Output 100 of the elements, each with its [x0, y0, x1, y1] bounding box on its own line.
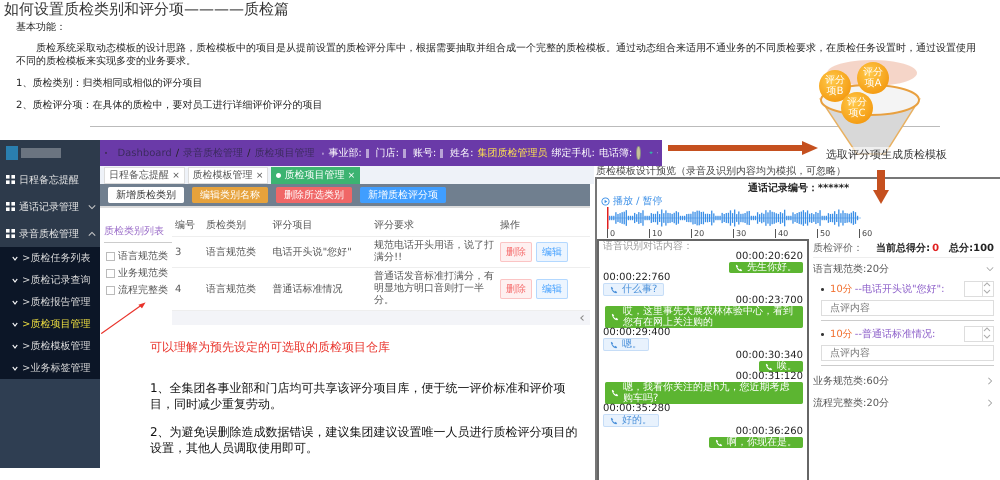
item-name: --普通话标准情况: [854, 328, 936, 341]
time-tick: 60 [859, 229, 901, 238]
category-list-title: 质检类别列表 [104, 224, 172, 243]
comment-field[interactable]: 点评内容 [821, 300, 994, 316]
submenu-item[interactable]: >质检任务列表 [0, 247, 100, 269]
checkbox[interactable] [106, 286, 115, 294]
avatar-icon[interactable] [636, 146, 641, 160]
score-label: 当前总得分: [876, 242, 930, 255]
submenu-item[interactable]: >质检模板管理 [0, 335, 100, 357]
message-time: 00:00:30:340 [736, 351, 803, 361]
chevron-icon [12, 300, 18, 304]
table-cell: 3 [172, 236, 203, 268]
chevron-icon [986, 399, 994, 407]
pointer-arrow [100, 300, 148, 336]
column-header: 质检类别 [202, 214, 270, 236]
comment-field[interactable]: 点评内容 [821, 345, 994, 361]
number-input[interactable] [964, 326, 994, 342]
sidebar-item[interactable]: 通话记录管理 [0, 193, 100, 220]
note-paragraph: 1、全集团各事业部和门店均可共享该评分项目库，便于统一评价标准和评价项目，同时减少重复劳动。 [150, 380, 567, 412]
chevron-icon [88, 230, 96, 236]
phone-icon [765, 362, 773, 370]
grid-icon [6, 175, 15, 184]
submenu-item[interactable]: >业务标签管理 [0, 357, 100, 379]
checkbox[interactable] [106, 252, 115, 260]
submenu-item[interactable]: >质检记录查询 [0, 269, 100, 291]
column-header: 操作 [497, 214, 590, 236]
grid-icon [6, 202, 15, 211]
message-text: 嗯，我看你关注的是h九，您近期考虑购车吗? [623, 382, 790, 404]
spinner-icon[interactable] [983, 327, 991, 339]
column-header: 评分项目 [270, 214, 372, 236]
category-label: 流程完整类 [118, 284, 168, 297]
item-points: 10分 [830, 328, 853, 341]
sidebar-item[interactable]: 录音质检管理 [0, 220, 100, 247]
message-time: 00:00:22:760 [603, 273, 670, 283]
down-arrow [873, 170, 889, 204]
chevron-icon [12, 278, 18, 282]
phone-icon [610, 416, 618, 424]
time-tick: 40 [775, 229, 817, 238]
section-heading: 基本功能： [16, 22, 67, 34]
user-info-label: 电话簿: [598, 146, 632, 160]
breadcrumb-separator: / [247, 148, 250, 158]
user-info-label: 门店: [376, 146, 399, 160]
column-header: 评分要求 [371, 214, 498, 236]
message-text: 先生你好。 [747, 262, 797, 273]
submenu-item[interactable]: >质检报告管理 [0, 291, 100, 313]
column-header: 编号 [172, 214, 203, 236]
grid-icon [6, 229, 15, 238]
chevron-icon [88, 204, 96, 210]
time-tick: 10 [649, 229, 691, 238]
table-cell: 语言规范类 [202, 236, 270, 268]
message-time: 00:00:35:280 [603, 404, 670, 414]
bullet-icon [821, 288, 824, 290]
group-header[interactable]: 语言规范类:20分 [813, 258, 994, 280]
total-score: 总分:100 [949, 242, 994, 255]
close-icon[interactable]: × [256, 171, 264, 181]
time-tick: 50 [817, 229, 859, 238]
message-text: 嗯。 [622, 339, 642, 350]
spinner-icon[interactable] [983, 282, 991, 294]
submenu-item[interactable]: >质检项目管理 [0, 313, 100, 335]
message-text: 啊，你现在是。 [727, 437, 797, 448]
checkbox[interactable] [106, 268, 115, 278]
time-tick: 20 [691, 229, 733, 238]
phone-icon [611, 313, 619, 321]
phone-icon [611, 389, 619, 397]
message-time: 00:00:31:120 [736, 372, 803, 382]
chevron-icon [12, 256, 18, 260]
item-name: --电话开头说"您好": [854, 282, 946, 296]
time-tick: 30 [733, 229, 775, 238]
group-header[interactable]: 业务规范类:60分 [813, 370, 994, 392]
user-info-label: 事业部: [328, 146, 362, 160]
phone-icon [610, 286, 618, 294]
message-text: 好的。 [622, 415, 652, 426]
score-value: 0 [932, 243, 940, 254]
number-input[interactable] [964, 281, 994, 297]
chevron-icon[interactable] [580, 315, 584, 321]
scrollbar[interactable] [172, 311, 590, 325]
message-time: 00:00:23:700 [736, 296, 803, 306]
tab[interactable]: 质检模板管理 × [188, 167, 268, 184]
close-icon[interactable]: × [172, 171, 180, 181]
sidebar-item[interactable]: 日程备忘提醒 [0, 166, 100, 193]
category-label: 语言规范类 [118, 250, 168, 263]
bullet-icon [821, 332, 824, 336]
message-text: 唉。 [777, 361, 797, 372]
chevron-icon [12, 366, 18, 370]
annotation-text: 可以理解为预先设定的可选取的质检项目仓库 [150, 339, 391, 356]
tab[interactable]: 日程备忘提醒 × [104, 167, 185, 184]
chevron-icon [986, 377, 994, 385]
funnel-caption: 选取评分项生成质检模板 [826, 147, 947, 162]
record-number: 通话记录编号：****** [746, 182, 850, 195]
message-text: 哎，这里事先大展农林体验中心，看到您有在网上关注购的 [623, 306, 794, 328]
chevron-icon [986, 265, 994, 273]
toolbar-button[interactable]: 新增质检类别 [108, 187, 184, 203]
group-header[interactable]: 流程完整类:20分 [813, 392, 994, 414]
phone-icon [610, 340, 618, 348]
play-icon[interactable] [601, 196, 610, 206]
note-paragraph: 2、为避免误删除造成数据错误，建议集团建议设置唯一人员进行质检评分项目的设置，其他人员调取使用即可。 [150, 424, 579, 456]
time-tick: 0 [607, 229, 649, 238]
breadcrumb-separator: / [176, 148, 180, 158]
message-text: 什么事? [622, 284, 658, 295]
item-points: 10分 [830, 283, 853, 296]
